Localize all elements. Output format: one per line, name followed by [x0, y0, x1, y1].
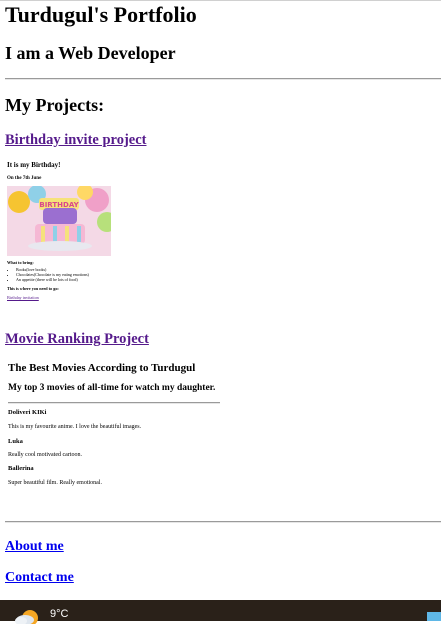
- partly-cloudy-icon[interactable]: [15, 606, 41, 626]
- projects-heading: My Projects:: [5, 95, 105, 115]
- birthday-map-link[interactable]: Birthday invitation: [7, 295, 39, 300]
- movie-name: Luka: [8, 438, 23, 445]
- temperature-text[interactable]: 9°C: [50, 608, 68, 621]
- bring-list: Books(love books) Chocolates(Chocolate i…: [7, 267, 89, 282]
- divider: [5, 521, 441, 523]
- movie-description: Super beautiful film. Really emotional.: [8, 480, 102, 486]
- page-subtitle: I am a Web Developer: [5, 43, 176, 63]
- taskbar: 9°C: [0, 600, 441, 626]
- movie-description: This is my favourite anime. I love the b…: [8, 424, 142, 430]
- movie-description: Really cool motivated cartoon.: [8, 452, 82, 458]
- contact-me-link[interactable]: Contact me: [5, 569, 74, 587]
- movie-name: Doliveri KIKi: [8, 409, 47, 416]
- divider: [5, 78, 441, 80]
- tray-icon[interactable]: [427, 612, 441, 621]
- movie-preview-subtitle: My top 3 movies of all-time for watch my…: [8, 383, 216, 393]
- birthday-preview-title: It is my Birthday!: [7, 161, 61, 169]
- svg-text:BIRTHDAY: BIRTHDAY: [39, 201, 79, 209]
- movie-divider: [8, 402, 220, 404]
- list-item: An appetite (there will be lots of food): [16, 277, 89, 282]
- page-title: Turdugul's Portfolio: [5, 2, 197, 27]
- top-border: [0, 0, 441, 1]
- birthday-project-link[interactable]: Birthday invite project: [5, 131, 147, 149]
- about-me-link[interactable]: About me: [5, 538, 64, 556]
- where-heading: This is where you need to go:: [7, 286, 59, 291]
- movie-name: Ballerina: [8, 465, 34, 472]
- movie-preview-title: The Best Movies According to Turdugul: [8, 362, 196, 374]
- movie-project-link[interactable]: Movie Ranking Project: [5, 330, 149, 348]
- birthday-cake-image: BIRTHDAY: [7, 186, 111, 256]
- birthday-preview-date: On the 7th June: [7, 176, 42, 181]
- what-to-bring-heading: What to bring:: [7, 260, 34, 265]
